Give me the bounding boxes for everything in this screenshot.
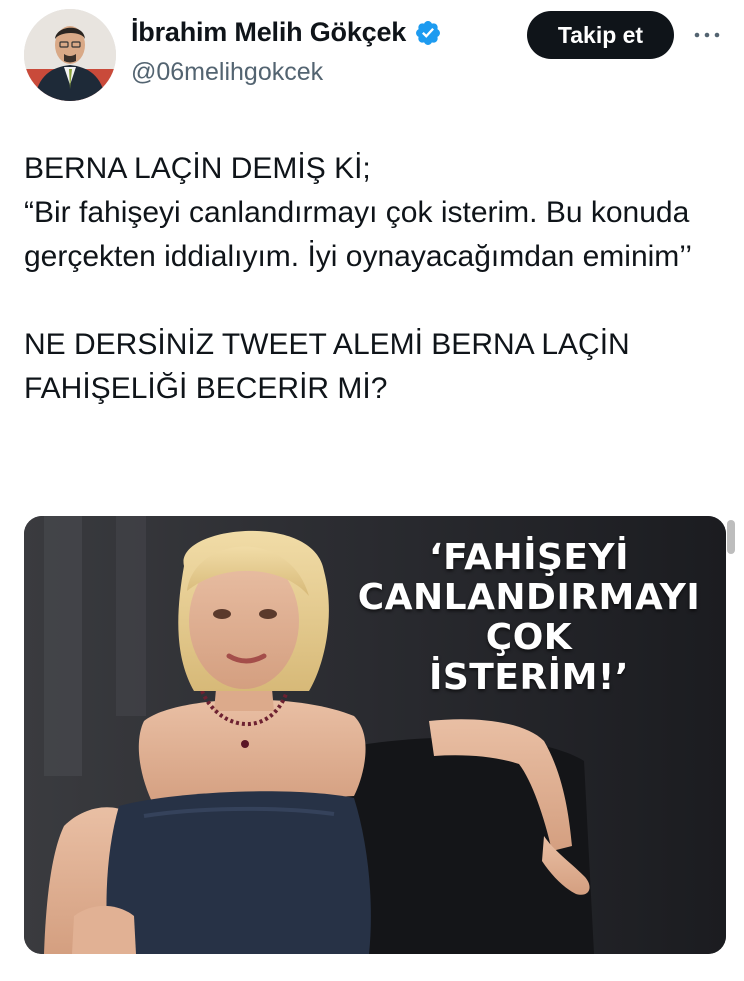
avatar[interactable]	[24, 9, 116, 101]
author-name-row[interactable]: İbrahim Melih Gökçek	[131, 17, 442, 48]
tweet-line: NE DERSİNİZ TWEET ALEMİ BERNA LAÇİN FAHİ…	[24, 328, 630, 405]
media-caption-line: CANLANDIRMAYI	[357, 577, 701, 618]
media-caption-line: ‘FAHİŞEYİ	[428, 537, 629, 578]
media-caption-line: ÇOK	[485, 617, 573, 658]
tweet-line: BERNA LAÇİN DEMİŞ Kİ;	[24, 152, 371, 185]
media-caption: ‘FAHİŞEYİ CANLANDIRMAYI ÇOK İSTERİM!’	[329, 538, 726, 698]
more-dots-icon[interactable]	[692, 26, 722, 44]
tweet-line: “Bir fahişeyi canlandırmayı çok isterim.…	[24, 196, 693, 273]
follow-button[interactable]: Takip et	[527, 11, 674, 59]
tweet-text: BERNA LAÇİN DEMİŞ Kİ; “Bir fahişeyi canl…	[24, 147, 714, 411]
profile-photo-icon	[24, 9, 116, 101]
media-caption-line: İSTERİM!’	[428, 657, 629, 698]
author-handle[interactable]: @06melihgokcek	[131, 58, 323, 87]
verified-badge-icon	[416, 20, 441, 45]
tweet-card: İbrahim Melih Gökçek @06melihgokcek Taki…	[0, 0, 744, 981]
author-display-name[interactable]: İbrahim Melih Gökçek	[131, 17, 406, 48]
tweet-media[interactable]: ‘FAHİŞEYİ CANLANDIRMAYI ÇOK İSTERİM!’	[24, 516, 726, 954]
scrollbar-thumb[interactable]	[727, 520, 735, 554]
